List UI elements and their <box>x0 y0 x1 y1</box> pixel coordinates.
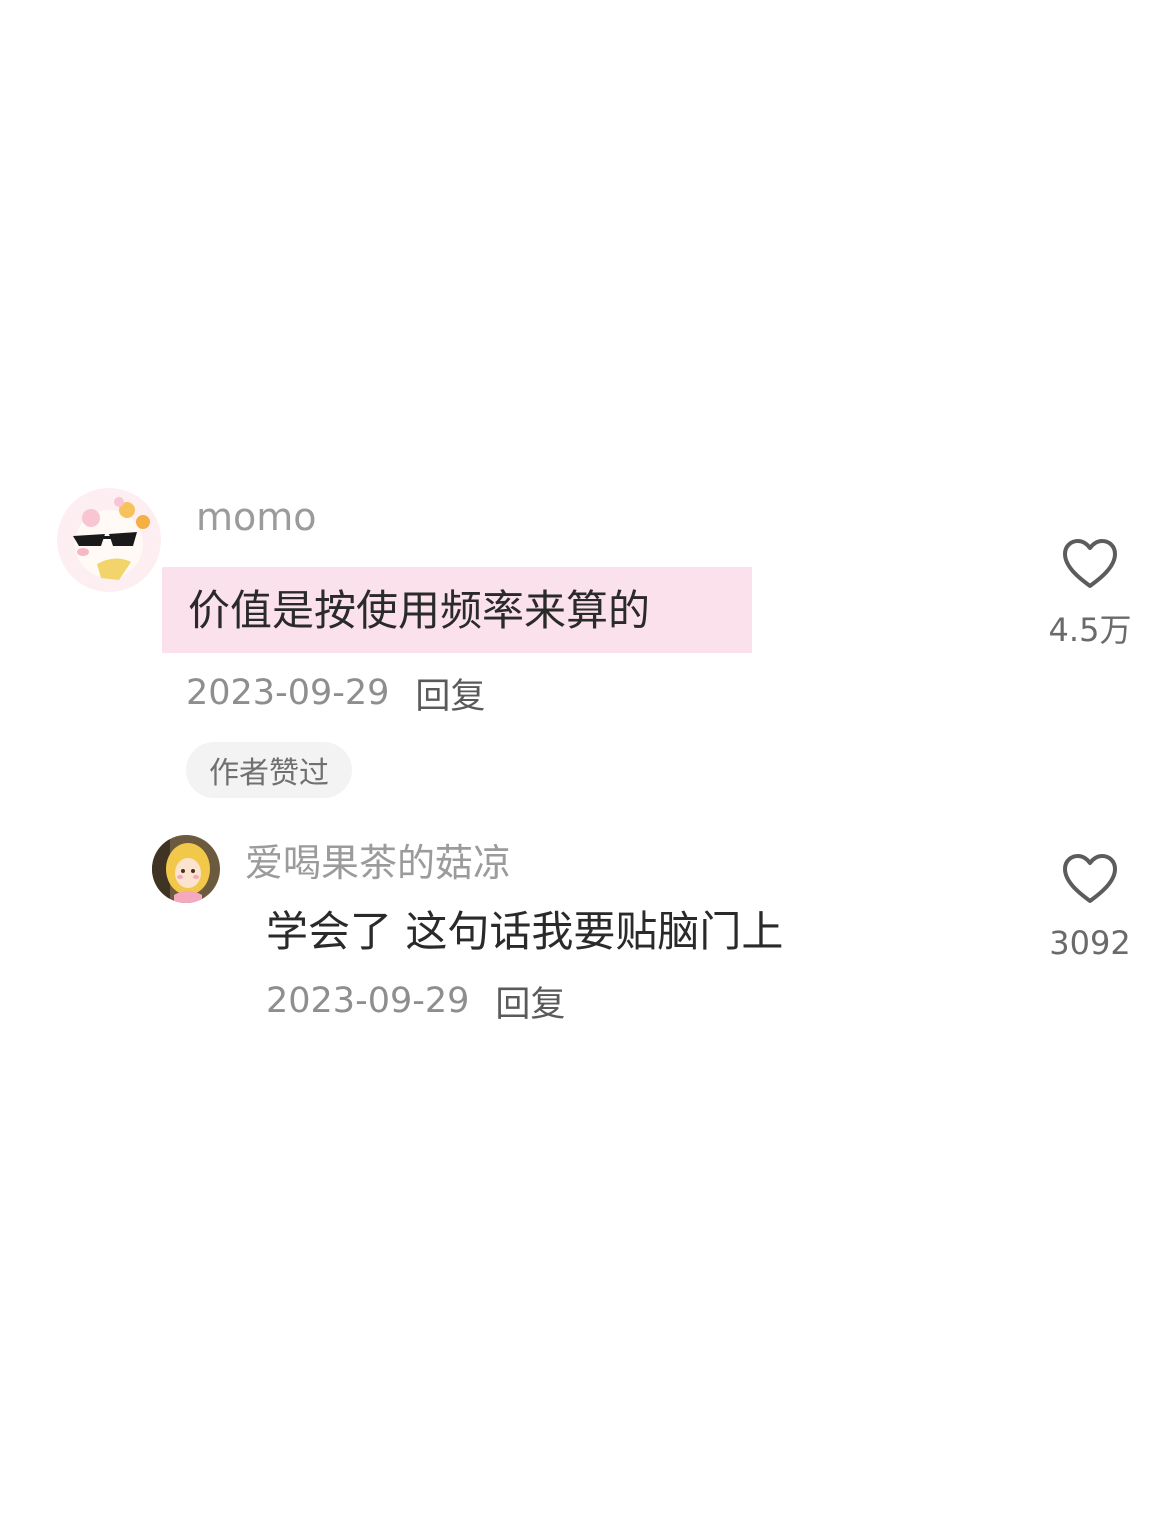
avatar[interactable] <box>152 835 220 903</box>
avatar[interactable] <box>57 488 161 592</box>
comment-date: 2023-09-29 <box>266 981 470 1021</box>
heart-outline-icon <box>1063 539 1117 588</box>
blonde-girl-avatar-icon <box>152 835 220 903</box>
comment-text[interactable]: 学会了 这句话我要贴脑门上 <box>266 905 783 959</box>
username[interactable]: momo <box>196 494 317 540</box>
comment-text[interactable]: 价值是按使用频率来算的 <box>162 567 752 653</box>
like-count: 3092 <box>1049 924 1131 962</box>
comment-date: 2023-09-29 <box>186 673 390 713</box>
like-count: 4.5万 <box>1048 611 1132 649</box>
author-liked-label: 作者赞过 <box>209 756 329 791</box>
comment-text-label: 价值是按使用频率来算的 <box>188 586 651 635</box>
like-button[interactable]: 4.5万 <box>1040 538 1140 650</box>
username[interactable]: 爱喝果茶的菇凉 <box>245 840 511 886</box>
reply-button[interactable]: 回复 <box>415 668 485 719</box>
comment-meta: 2023-09-29 回复 <box>186 668 485 719</box>
reply-button[interactable]: 回复 <box>495 976 565 1027</box>
author-liked-badge: 作者赞过 <box>186 742 352 798</box>
comment-meta: 2023-09-29 回复 <box>266 976 565 1027</box>
heart-outline-icon <box>1063 854 1117 903</box>
sunglasses-character-avatar-icon <box>57 488 161 592</box>
like-button[interactable]: 3092 <box>1040 853 1140 963</box>
